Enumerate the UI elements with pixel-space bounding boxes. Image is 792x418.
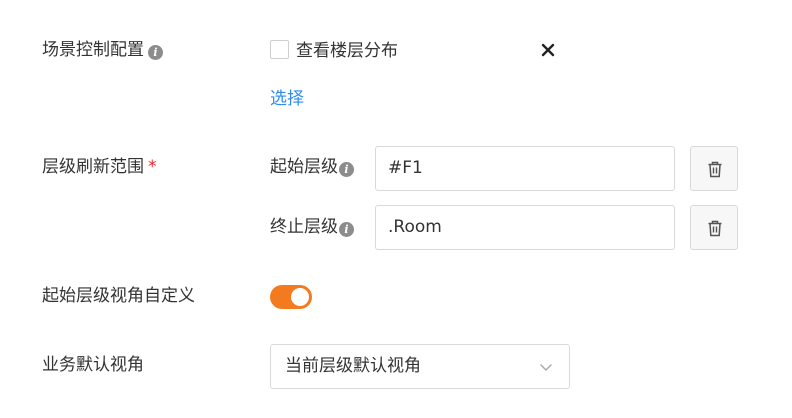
floor-range-label: 层级刷新范围 xyxy=(42,157,144,177)
scene-control-label: 场景控制配置 xyxy=(42,40,144,60)
default-view-selected-value: 当前层级默认视角 xyxy=(285,356,421,376)
close-icon[interactable] xyxy=(539,41,557,59)
floor-distribution-checkbox[interactable] xyxy=(270,40,289,59)
delete-end-floor-button[interactable] xyxy=(690,205,738,250)
end-floor-input[interactable]: .Room xyxy=(375,205,675,250)
start-floor-label: 起始层级 xyxy=(270,157,338,177)
required-mark: * xyxy=(148,157,157,177)
end-floor-label-group: 终止层级 i xyxy=(270,215,354,239)
form-panel: 场景控制配置 i 查看楼层分布 选择 层级刷新范围 * 起始层级 i #F1 终止层级… xyxy=(0,0,792,418)
start-floor-input[interactable]: #F1 xyxy=(375,146,675,191)
trash-icon xyxy=(708,220,722,237)
info-icon[interactable]: i xyxy=(148,45,163,60)
default-view-label: 业务默认视角 xyxy=(42,355,144,375)
floor-distribution-checkbox-label[interactable]: 查看楼层分布 xyxy=(296,39,398,63)
custom-view-toggle[interactable] xyxy=(270,285,312,309)
chevron-down-icon xyxy=(540,364,552,371)
scene-control-row-label: 场景控制配置 i xyxy=(42,38,163,62)
toggle-knob xyxy=(291,288,309,306)
end-floor-label: 终止层级 xyxy=(270,217,338,237)
floor-range-row-label: 层级刷新范围 * xyxy=(42,155,157,179)
info-icon[interactable]: i xyxy=(339,222,354,237)
custom-view-label: 起始层级视角自定义 xyxy=(42,286,195,306)
start-floor-label-group: 起始层级 i xyxy=(270,155,354,179)
trash-icon xyxy=(708,161,722,178)
info-icon[interactable]: i xyxy=(339,162,354,177)
select-link[interactable]: 选择 xyxy=(270,87,304,111)
default-view-select[interactable]: 当前层级默认视角 xyxy=(270,344,570,389)
delete-start-floor-button[interactable] xyxy=(690,146,738,191)
